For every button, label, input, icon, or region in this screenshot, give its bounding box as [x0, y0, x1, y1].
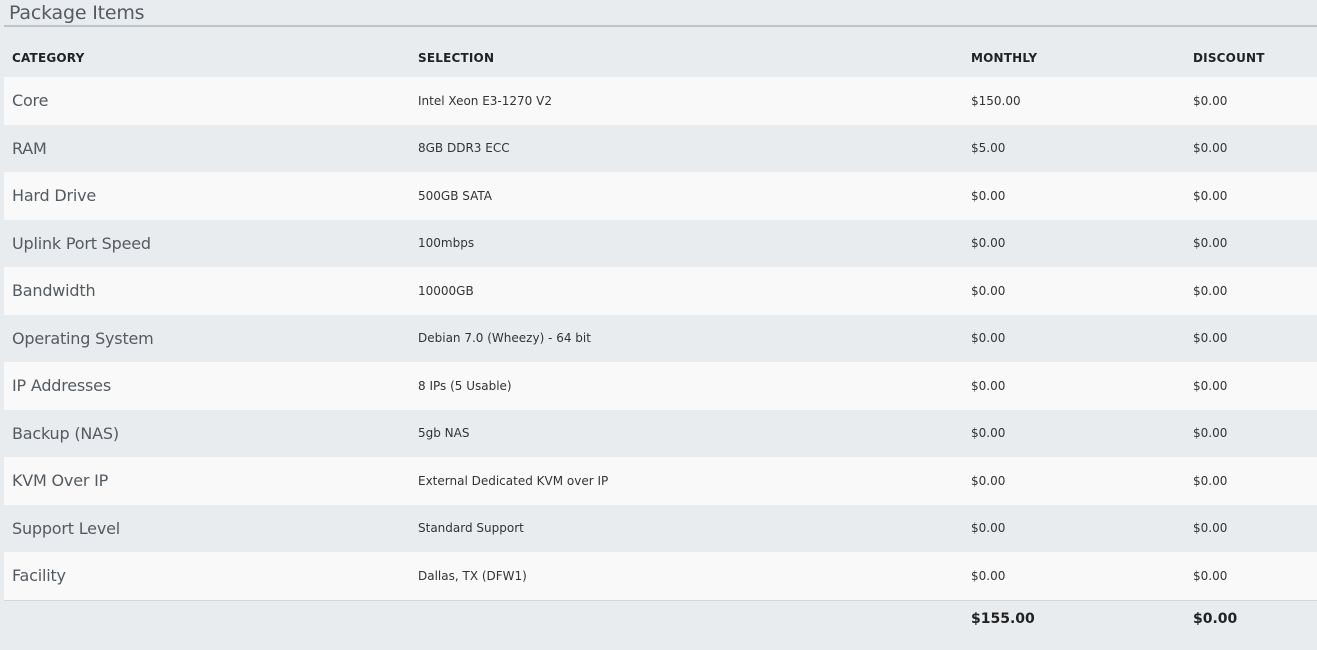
category-cell: Uplink Port Speed	[12, 233, 151, 253]
discount-cell: $0.00	[1193, 568, 1228, 583]
discount-cell: $0.00	[1193, 236, 1228, 251]
category-cell: Operating System	[12, 328, 154, 348]
title-divider	[4, 25, 1317, 27]
table-header-row: CATEGORY SELECTION MONTHLY DISCOUNT	[4, 39, 1317, 77]
category-cell: RAM	[12, 138, 47, 158]
category-cell: KVM Over IP	[12, 471, 109, 491]
table-row: Backup (NAS) 5gb NAS $0.00 $0.00	[4, 409, 1317, 457]
discount-cell: $0.00	[1193, 188, 1228, 203]
column-header-discount: DISCOUNT	[1193, 51, 1265, 65]
table-row: KVM Over IP External Dedicated KVM over …	[4, 457, 1317, 505]
table-row: Support Level Standard Support $0.00 $0.…	[4, 504, 1317, 552]
discount-cell: $0.00	[1193, 473, 1228, 488]
selection-cell: 8GB DDR3 ECC	[418, 141, 510, 156]
discount-cell: $0.00	[1193, 93, 1228, 108]
monthly-cell: $0.00	[971, 521, 1006, 536]
total-discount: $0.00	[1185, 599, 1317, 637]
monthly-cell: $0.00	[971, 236, 1006, 251]
monthly-cell: $0.00	[971, 426, 1006, 441]
monthly-cell: $0.00	[971, 283, 1006, 298]
table-row: Uplink Port Speed 100mbps $0.00 $0.00	[4, 219, 1317, 267]
totals-spacer-cell	[4, 599, 410, 637]
selection-cell: 500GB SATA	[418, 188, 492, 203]
package-items-table: CATEGORY SELECTION MONTHLY DISCOUNT Core…	[4, 39, 1317, 637]
package-items-panel: Package Items CATEGORY SELECTION MONTHLY…	[4, 0, 1317, 650]
category-cell: Hard Drive	[12, 186, 97, 206]
discount-cell: $0.00	[1193, 331, 1228, 346]
monthly-cell: $0.00	[971, 331, 1006, 346]
selection-cell: 5gb NAS	[418, 426, 470, 441]
category-cell: IP Addresses	[12, 376, 111, 396]
selection-cell: Standard Support	[418, 521, 524, 536]
table-row: Core Intel Xeon E3-1270 V2 $150.00 $0.00	[4, 77, 1317, 125]
discount-cell: $0.00	[1193, 141, 1228, 156]
totals-spacer-cell	[410, 599, 963, 637]
selection-cell: Debian 7.0 (Wheezy) - 64 bit	[418, 331, 591, 346]
discount-cell: $0.00	[1193, 521, 1228, 536]
category-cell: Facility	[12, 566, 66, 586]
category-cell: Bandwidth	[12, 281, 96, 301]
monthly-cell: $0.00	[971, 378, 1006, 393]
column-header-monthly: MONTHLY	[971, 51, 1038, 65]
table-row: Hard Drive 500GB SATA $0.00 $0.00	[4, 172, 1317, 220]
discount-cell: $0.00	[1193, 378, 1228, 393]
category-cell: Backup (NAS)	[12, 423, 119, 443]
category-cell: Core	[12, 91, 49, 111]
table-row: Facility Dallas, TX (DFW1) $0.00 $0.00	[4, 552, 1317, 600]
selection-cell: 100mbps	[418, 236, 475, 251]
selection-cell: External Dedicated KVM over IP	[418, 473, 609, 488]
column-header-category: CATEGORY	[12, 51, 85, 65]
monthly-cell: $150.00	[971, 93, 1021, 108]
selection-cell: 10000GB	[418, 283, 474, 298]
monthly-cell: $0.00	[971, 188, 1006, 203]
total-monthly: $155.00	[963, 599, 1185, 637]
table-row: Operating System Debian 7.0 (Wheezy) - 6…	[4, 314, 1317, 362]
table-row: RAM 8GB DDR3 ECC $5.00 $0.00	[4, 124, 1317, 172]
selection-cell: Dallas, TX (DFW1)	[418, 568, 527, 583]
table-row: Bandwidth 10000GB $0.00 $0.00	[4, 267, 1317, 315]
selection-cell: Intel Xeon E3-1270 V2	[418, 93, 552, 108]
monthly-cell: $0.00	[971, 473, 1006, 488]
monthly-cell: $5.00	[971, 141, 1006, 156]
table-row: IP Addresses 8 IPs (5 Usable) $0.00 $0.0…	[4, 362, 1317, 410]
totals-row: $155.00 $0.00	[4, 599, 1317, 637]
monthly-cell: $0.00	[971, 568, 1006, 583]
selection-cell: 8 IPs (5 Usable)	[418, 378, 512, 393]
column-header-selection: SELECTION	[418, 51, 495, 65]
discount-cell: $0.00	[1193, 426, 1228, 441]
discount-cell: $0.00	[1193, 283, 1228, 298]
category-cell: Support Level	[12, 518, 120, 538]
panel-title: Package Items	[9, 2, 145, 24]
